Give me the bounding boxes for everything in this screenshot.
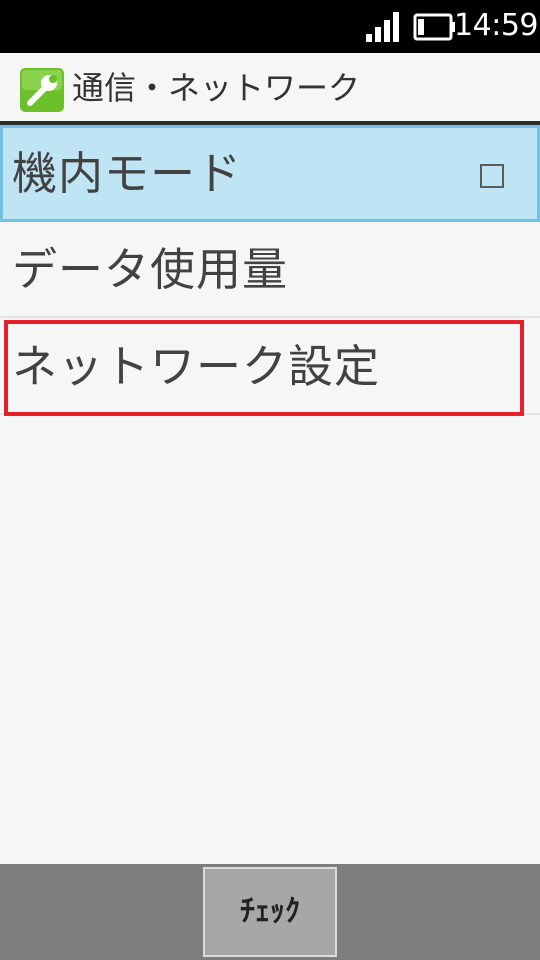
battery-icon bbox=[413, 13, 455, 41]
menu-item-airplane-mode[interactable]: 機内モード bbox=[0, 125, 540, 222]
menu-item-label: 機内モード bbox=[12, 147, 243, 200]
status-clock: 14:59 bbox=[454, 8, 538, 43]
page-title: 通信・ネットワーク bbox=[72, 69, 361, 107]
status-bar: 14:59 bbox=[0, 0, 540, 53]
app-header: 通信・ネットワーク bbox=[0, 53, 540, 121]
menu-item-label: データ使用量 bbox=[12, 243, 289, 296]
menu-item-data-usage[interactable]: データ使用量 bbox=[0, 222, 540, 318]
signal-strength-icon bbox=[366, 12, 399, 42]
airplane-mode-checkbox[interactable] bbox=[480, 164, 504, 188]
check-softkey-button[interactable]: ﾁｪｯｸ bbox=[203, 867, 337, 957]
softkey-bar: ﾁｪｯｸ bbox=[0, 864, 540, 960]
menu-item-network-settings[interactable]: ネットワーク設定 bbox=[0, 319, 540, 415]
menu-item-label: ネットワーク設定 bbox=[12, 340, 381, 393]
wrench-icon bbox=[20, 68, 64, 112]
